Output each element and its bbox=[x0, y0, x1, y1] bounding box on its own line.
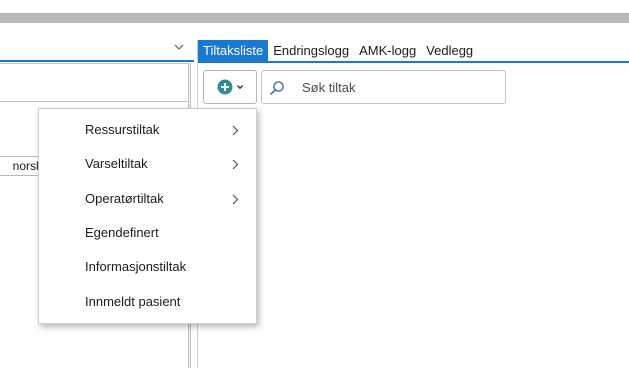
menu-item-label: Varseltiltak bbox=[85, 156, 148, 171]
menu-item-operatortiltak[interactable]: Operatørtiltak bbox=[39, 184, 256, 214]
search-icon bbox=[269, 81, 284, 96]
tab-endringslogg[interactable]: Endringslogg bbox=[268, 40, 354, 61]
menu-item-label: Egendefinert bbox=[85, 225, 159, 240]
chevron-right-icon bbox=[232, 159, 239, 170]
menu-item-innmeldt-pasient[interactable]: Innmeldt pasient bbox=[39, 287, 256, 317]
tab-vedlegg[interactable]: Vedlegg bbox=[421, 40, 478, 61]
search-box[interactable] bbox=[261, 70, 506, 104]
left-pane-underline bbox=[0, 60, 194, 62]
menu-item-label: Ressurstiltak bbox=[85, 122, 160, 137]
menu-item-varseltiltak[interactable]: Varseltiltak bbox=[39, 149, 256, 179]
menu-item-egendefinert[interactable]: Egendefinert bbox=[39, 218, 256, 248]
menu-item-label: Informasjonstiltak bbox=[85, 259, 187, 274]
chevron-down-icon bbox=[236, 85, 243, 90]
add-tiltak-button[interactable] bbox=[203, 70, 257, 104]
search-input[interactable] bbox=[302, 77, 502, 97]
tab-bar-underline bbox=[198, 61, 629, 63]
menu-item-label: Operatørtiltak bbox=[85, 191, 164, 206]
window-title-strip bbox=[0, 13, 629, 23]
tab-bar: Tiltaksliste Endringslogg AMK-logg Vedle… bbox=[198, 40, 478, 61]
menu-item-label: Innmeldt pasient bbox=[85, 294, 181, 309]
menu-item-ressurstiltak[interactable]: Ressurstiltak bbox=[39, 115, 256, 145]
chevron-right-icon bbox=[232, 125, 239, 136]
add-tiltak-menu: Ressurstiltak Varseltiltak Operatørtilta… bbox=[38, 108, 257, 324]
plus-circle-icon bbox=[217, 79, 232, 95]
left-pane-panel bbox=[0, 63, 190, 102]
chevron-down-icon[interactable] bbox=[172, 40, 186, 54]
menu-item-informasjonstiltak[interactable]: Informasjonstiltak bbox=[39, 252, 256, 282]
tab-amk-logg[interactable]: AMK-logg bbox=[354, 40, 421, 61]
tab-tiltaksliste[interactable]: Tiltaksliste bbox=[198, 40, 269, 61]
chevron-right-icon bbox=[232, 194, 239, 205]
